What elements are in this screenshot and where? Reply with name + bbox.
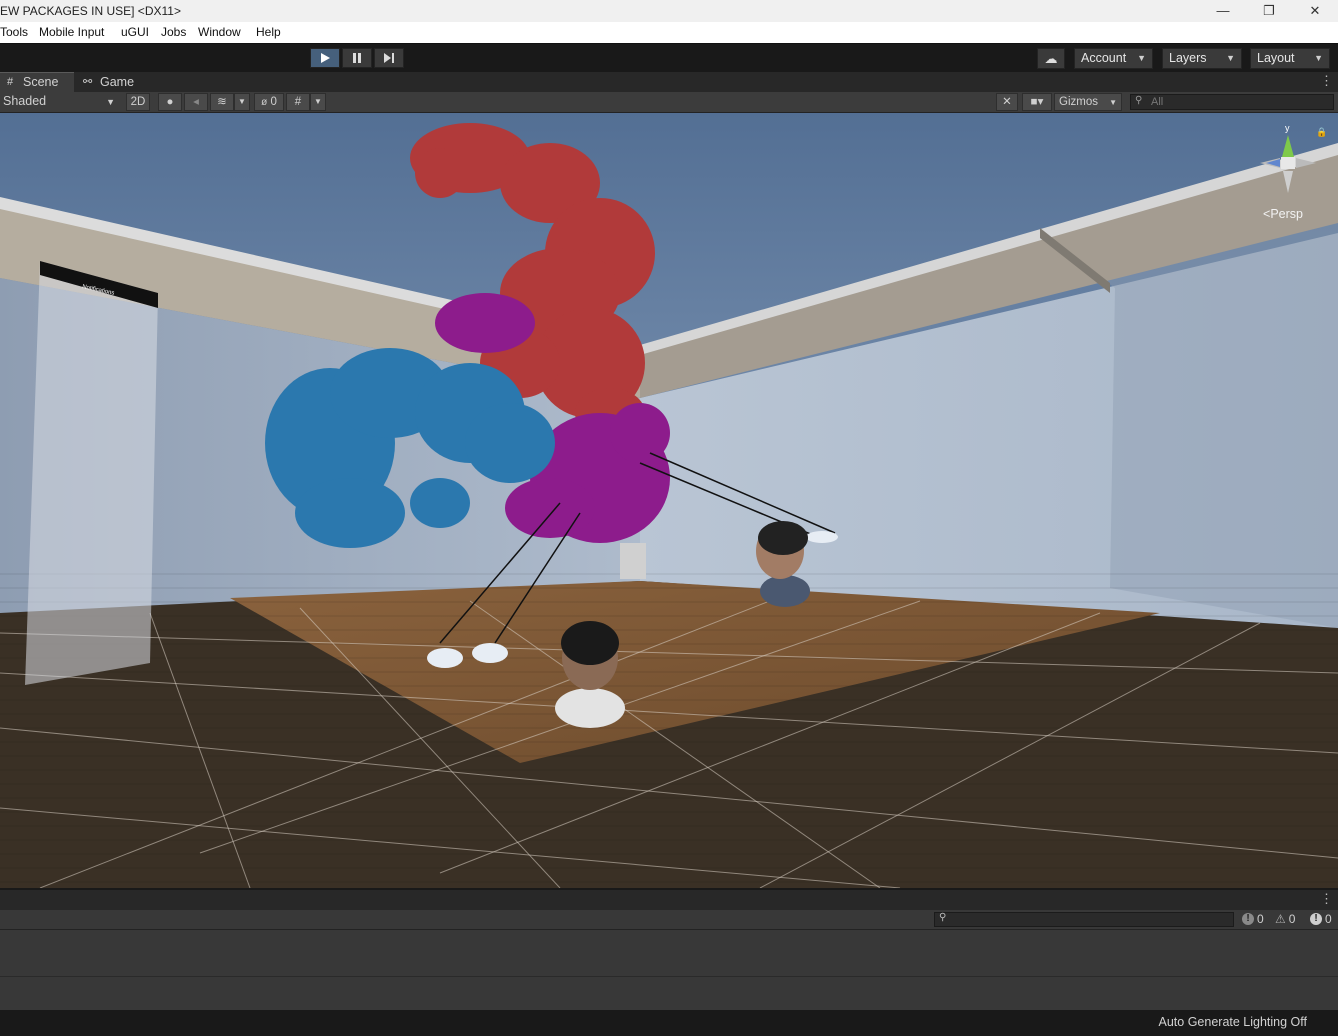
camera-dropdown[interactable]: ■▾ (1022, 93, 1052, 111)
warning-count: 0 (1288, 912, 1296, 926)
hidden-count: 0 (270, 96, 277, 108)
effects-dropdown[interactable]: ▼ (234, 93, 250, 111)
error-count: 0 (1325, 912, 1332, 926)
play-icon (321, 53, 330, 63)
tab-scene[interactable]: # Scene (0, 72, 74, 92)
menu-help[interactable]: Help (256, 25, 281, 39)
restore-button[interactable]: ❐ (1246, 0, 1292, 22)
axis-gizmo-icon (1260, 135, 1316, 193)
search-icon: ⚲ (1135, 95, 1143, 106)
more-options-icon[interactable]: ⋮ (1320, 891, 1333, 907)
lock-icon[interactable]: 🔒 (1316, 127, 1327, 138)
gizmos-dropdown[interactable]: Gizmos ▼ (1054, 93, 1122, 111)
menu-tools[interactable]: Tools (0, 25, 28, 39)
grid-toggle[interactable]: # (286, 93, 310, 111)
camera-icon: ■▾ (1030, 96, 1044, 108)
step-icon (383, 53, 394, 63)
tab-game-label: Game (100, 75, 135, 89)
lighting-toggle[interactable]: ● (158, 93, 182, 111)
warning-count-toggle[interactable]: ⚠ 0 (1275, 912, 1295, 926)
cloud-button[interactable]: ☁ (1037, 48, 1065, 69)
console-search-input[interactable]: ⚲ (934, 912, 1234, 927)
search-icon: ⚲ (939, 912, 947, 923)
error-count-toggle[interactable]: ! 0 (1310, 912, 1332, 926)
layers-icon: ≋ (217, 96, 227, 108)
hidden-objects-toggle[interactable]: ø 0 (254, 93, 284, 111)
error-icon: ! (1310, 913, 1322, 925)
scene-render: Notifications (0, 113, 1338, 888)
console-log-area[interactable] (0, 930, 1338, 1010)
layout-label: Layout (1257, 51, 1295, 65)
wrench-icon: ✕ (1002, 96, 1012, 108)
info-icon: ! (1242, 913, 1254, 925)
axis-y-label: y (1285, 123, 1290, 133)
projection-toggle[interactable]: <Persp (1263, 207, 1303, 221)
projection-label: Persp (1270, 207, 1303, 221)
menu-bar: Tools Mobile Input uGUI Jobs Window Help (0, 22, 1338, 43)
tools-button[interactable]: ✕ (996, 93, 1018, 111)
layout-dropdown[interactable]: Layout ▼ (1250, 48, 1330, 69)
play-button[interactable] (310, 48, 340, 68)
chevron-down-icon: ▼ (238, 97, 246, 106)
scene-search-input[interactable]: ⚲ All (1130, 94, 1334, 110)
main-toolbar: ☁ Account ▼ Layers ▼ Layout ▼ (0, 43, 1338, 73)
warning-icon: ⚠ (1275, 912, 1286, 926)
layers-dropdown[interactable]: Layers ▼ (1162, 48, 1242, 69)
grid-dropdown[interactable]: ▼ (310, 93, 326, 111)
window-title: EW PACKAGES IN USE] <DX11> (0, 4, 181, 18)
scene-search-placeholder: All (1151, 96, 1164, 108)
scene-viewport[interactable]: Notifications y 🔒 <Persp (0, 113, 1338, 888)
effects-toggle[interactable]: ≋ (210, 93, 234, 111)
console-tab-strip: ⋮ (0, 888, 1338, 910)
close-button[interactable]: ✕ (1292, 0, 1338, 22)
shading-mode-label: Shaded (3, 94, 47, 108)
pause-icon (353, 53, 361, 63)
speaker-icon: ◂ (193, 96, 199, 108)
step-button[interactable] (374, 48, 404, 68)
info-count-toggle[interactable]: ! 0 (1242, 912, 1264, 926)
lighting-status[interactable]: Auto Generate Lighting Off (1159, 1015, 1307, 1029)
audio-toggle[interactable]: ◂ (184, 93, 208, 111)
tab-strip: # Scene ⚯ Game ⋮ (0, 72, 1338, 92)
account-label: Account (1081, 51, 1127, 65)
chevron-down-icon: ▼ (1226, 53, 1235, 63)
minimize-button[interactable]: — (1200, 0, 1246, 22)
pause-button[interactable] (342, 48, 372, 68)
tab-scene-label: Scene (23, 75, 59, 89)
eye-slash-icon: ø (261, 97, 268, 108)
account-dropdown[interactable]: Account ▼ (1074, 48, 1153, 69)
menu-mobile-input[interactable]: Mobile Input (39, 25, 104, 39)
chevron-down-icon: ▼ (1314, 53, 1323, 63)
tab-game[interactable]: ⚯ Game (76, 72, 146, 92)
scene-toolbar: Shaded ▼ 2D ● ◂ ≋ ▼ ø 0 # ▼ ✕ ■▾ Gizmos … (0, 92, 1338, 113)
menu-window[interactable]: Window (198, 25, 241, 39)
cloud-icon: ☁ (1044, 51, 1058, 66)
console-toolbar: ⚲ ! 0 ⚠ 0 ! 0 (0, 910, 1338, 930)
lightbulb-icon: ● (166, 96, 174, 108)
layers-label: Layers (1169, 51, 1207, 65)
menu-ugui[interactable]: uGUI (121, 25, 149, 39)
status-bar: Auto Generate Lighting Off (0, 1010, 1338, 1036)
grid-icon: # (7, 76, 14, 88)
chevron-down-icon: ▼ (106, 97, 115, 107)
shading-mode-dropdown[interactable]: Shaded ▼ (0, 93, 120, 111)
orientation-gizmo[interactable]: y 🔒 <Persp (1254, 123, 1327, 233)
info-count: 0 (1257, 912, 1264, 926)
log-divider (0, 976, 1338, 977)
gamepad-icon: ⚯ (83, 76, 93, 88)
toggle-2d-button[interactable]: 2D (126, 93, 150, 111)
title-bar: EW PACKAGES IN USE] <DX11> — ❐ ✕ (0, 0, 1338, 22)
more-options-icon[interactable]: ⋮ (1320, 73, 1333, 89)
grid-snap-icon: # (294, 96, 302, 108)
chevron-down-icon: ▼ (1137, 53, 1146, 63)
gizmos-label: Gizmos (1059, 96, 1098, 108)
toggle-2d-label: 2D (130, 96, 146, 108)
chevron-down-icon: ▼ (314, 97, 322, 106)
chevron-down-icon: ▼ (1109, 98, 1117, 107)
menu-jobs[interactable]: Jobs (161, 25, 186, 39)
